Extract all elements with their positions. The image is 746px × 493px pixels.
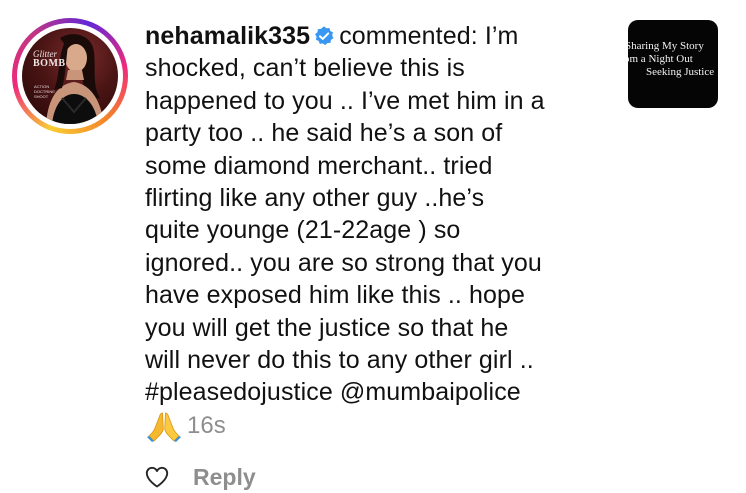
- thumbnail-text-line-3: Seeking Justice: [646, 66, 715, 78]
- comment-timestamp: 16s: [187, 412, 226, 439]
- avatar[interactable]: Glitter BOMB ACTION DOCTRINE SHOOT: [22, 28, 118, 124]
- folded-hands-icon: [147, 410, 181, 442]
- comment-line-8: have exposed him like this .. hope: [145, 281, 526, 310]
- comment-actions: Reply: [145, 462, 256, 492]
- username-link[interactable]: nehamalik335: [145, 22, 310, 50]
- post-thumbnail[interactable]: Sharing My Story om a Night Out Seeking …: [628, 20, 718, 108]
- verified-badge-icon: [315, 26, 334, 46]
- magazine-small-text: ACTION DOCTRINE SHOOT: [34, 84, 55, 99]
- avatar-photo: [46, 34, 104, 124]
- heart-outline-icon[interactable]: [145, 466, 169, 488]
- comment-line-10: will never do this to any other girl ..: [145, 346, 534, 375]
- comment-first-line: nehamalik335 commented: I’m: [145, 20, 610, 52]
- comment-line-3: party too .. he said he’s a son of: [145, 119, 503, 148]
- magazine-title: Glitter BOMB: [33, 50, 66, 69]
- comment-hashtags-mentions[interactable]: #pleasedojustice @mumbaipolice: [145, 376, 610, 408]
- comment-line-1: shocked, can’t believe this is: [145, 54, 465, 83]
- comment-text: nehamalik335 commented: I’m shocked, can’…: [145, 20, 610, 409]
- magazine-title-line2: BOMB: [33, 58, 66, 69]
- comment-line-4: some diamond merchant.. tried: [145, 151, 493, 180]
- comment-action-label: commented:: [339, 22, 478, 50]
- comment-line-5: flirting like any other guy ..he’s: [145, 184, 485, 213]
- comment-line-2: happened to you .. I’ve met him in a: [145, 86, 545, 115]
- comment-line-0: I’m: [484, 22, 519, 50]
- comment-line-9: you will get the justice so that he: [145, 313, 509, 342]
- story-ring[interactable]: Glitter BOMB ACTION DOCTRINE SHOOT: [12, 18, 128, 134]
- comment-line-6: quite younge (21-22age ) so: [145, 216, 461, 245]
- reply-button[interactable]: Reply: [193, 464, 256, 491]
- thumbnail-text-line-2: om a Night Out: [628, 53, 693, 65]
- emoji-timestamp-row: 16s: [147, 410, 226, 442]
- comment-line-7: ignored.. you are so strong that you: [145, 248, 542, 277]
- thumbnail-text-line-1: Sharing My Story: [628, 40, 704, 52]
